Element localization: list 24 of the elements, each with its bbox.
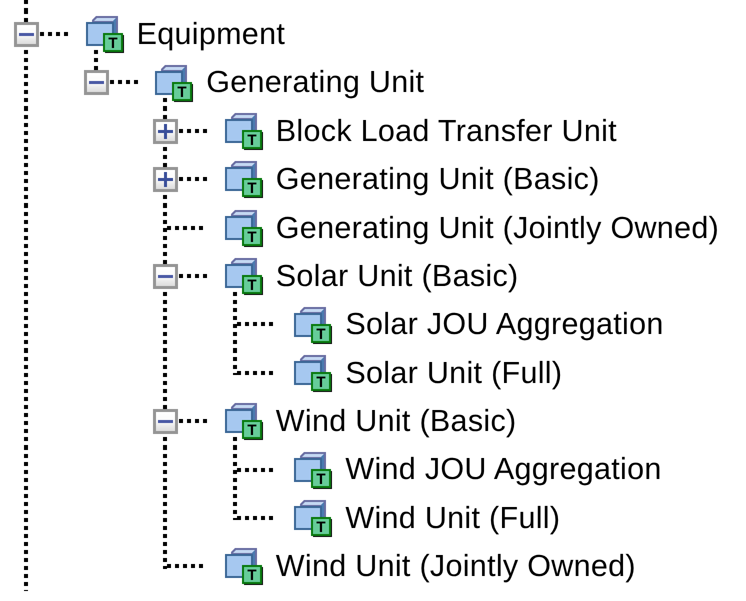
- minus-icon: [158, 420, 174, 424]
- collapse-button[interactable]: [84, 70, 109, 96]
- collapse-button[interactable]: [153, 264, 178, 289]
- tree-item[interactable]: Solar JOU Aggregation: [345, 309, 664, 340]
- tree-item[interactable]: Equipment: [136, 18, 286, 50]
- tree-item[interactable]: Generating Unit (Jointly Owned): [276, 212, 720, 243]
- expand-button[interactable]: [153, 118, 178, 144]
- tree-item[interactable]: Wind JOU Aggregation: [345, 454, 662, 485]
- tree-item[interactable]: Generating Unit (Basic): [276, 164, 600, 195]
- collapse-button[interactable]: [153, 409, 178, 434]
- tree-item[interactable]: Generating Unit: [206, 67, 424, 98]
- minus-icon: [88, 81, 104, 84]
- minus-icon: [158, 274, 174, 278]
- plus-icon: [158, 172, 174, 188]
- tree-item[interactable]: Wind Unit (Full): [345, 502, 560, 534]
- expand-button[interactable]: [153, 167, 178, 192]
- tree-item[interactable]: Wind Unit (Basic): [276, 406, 516, 437]
- tree-item[interactable]: Wind Unit (Jointly Owned): [276, 551, 636, 582]
- tree-item[interactable]: Solar Unit (Basic): [276, 260, 518, 292]
- plus-icon: [158, 124, 174, 139]
- tree-item[interactable]: Block Load Transfer Unit: [276, 116, 617, 146]
- tree-item[interactable]: Solar Unit (Full): [345, 358, 562, 388]
- collapse-button[interactable]: [14, 22, 39, 47]
- minus-icon: [19, 33, 34, 36]
